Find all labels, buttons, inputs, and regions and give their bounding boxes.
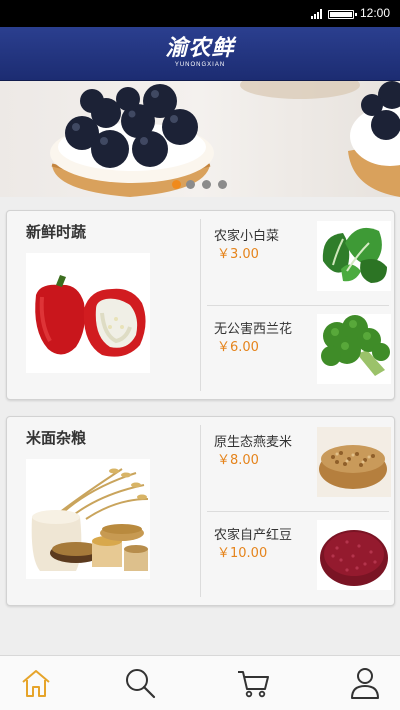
search-icon [126,669,156,699]
banner-carousel[interactable] [0,81,400,197]
logo-subtitle: YUNONGXIAN [174,62,226,68]
product-price: ￥10.00 [217,546,268,561]
tab-cart[interactable] [236,666,270,700]
app-logo: 渝农鲜 YUNONGXIAN [0,35,400,69]
carousel-dot-2[interactable] [186,180,195,189]
grains-image[interactable] [26,459,150,579]
category-title: 米面杂粮 [26,429,87,447]
home-icon [22,670,50,697]
product-item[interactable]: 农家自产红豆 ￥10.00 [207,512,392,598]
bottom-tab-bar [0,655,400,710]
product-name: 无公害西兰花 [214,322,293,337]
tab-search[interactable] [123,666,157,700]
product-price: ￥3.00 [217,247,259,262]
product-item[interactable]: 原生态燕麦米 ￥8.00 [207,419,392,505]
carousel-dot-1[interactable] [172,180,181,189]
category-card-grains[interactable]: 米面杂粮 原生态燕麦米 ￥8.00 农家自产红豆 ￥10.00 [6,416,395,606]
banner-image [50,81,400,197]
category-card-fresh-vegetables[interactable]: 新鲜时蔬 农家小白菜 ￥3.00 无公害西兰花 ￥6.00 [6,210,395,400]
signal-icon [311,9,322,19]
product-name: 原生态燕麦米 [214,435,293,450]
broccoli-image[interactable] [317,314,391,384]
bok-choy-image[interactable] [317,221,391,291]
card-divider [200,425,201,597]
battery-icon [328,10,357,19]
status-bar: 12:00 [0,0,400,27]
carousel-dot-4[interactable] [218,180,227,189]
card-divider [200,219,201,391]
carousel-dot-3[interactable] [202,180,211,189]
tab-home[interactable] [19,666,53,700]
product-item[interactable]: 农家小白菜 ￥3.00 [207,213,392,299]
product-price: ￥8.00 [217,453,259,468]
product-name: 农家自产红豆 [214,528,293,543]
app-header: 渝农鲜 YUNONGXIAN [0,27,400,81]
cart-icon [238,671,269,698]
product-item[interactable]: 无公害西兰花 ￥6.00 [207,306,392,392]
product-price: ￥6.00 [217,340,259,355]
red-pepper-image[interactable] [26,253,150,373]
user-icon [351,668,379,699]
red-bean-image[interactable] [317,520,391,590]
category-title: 新鲜时蔬 [26,223,87,241]
status-time: 12:00 [359,6,390,20]
oat-rice-image[interactable] [317,427,391,497]
logo-text: 渝农鲜 [165,35,235,61]
tab-profile[interactable] [348,666,382,700]
product-name: 农家小白菜 [214,229,280,244]
